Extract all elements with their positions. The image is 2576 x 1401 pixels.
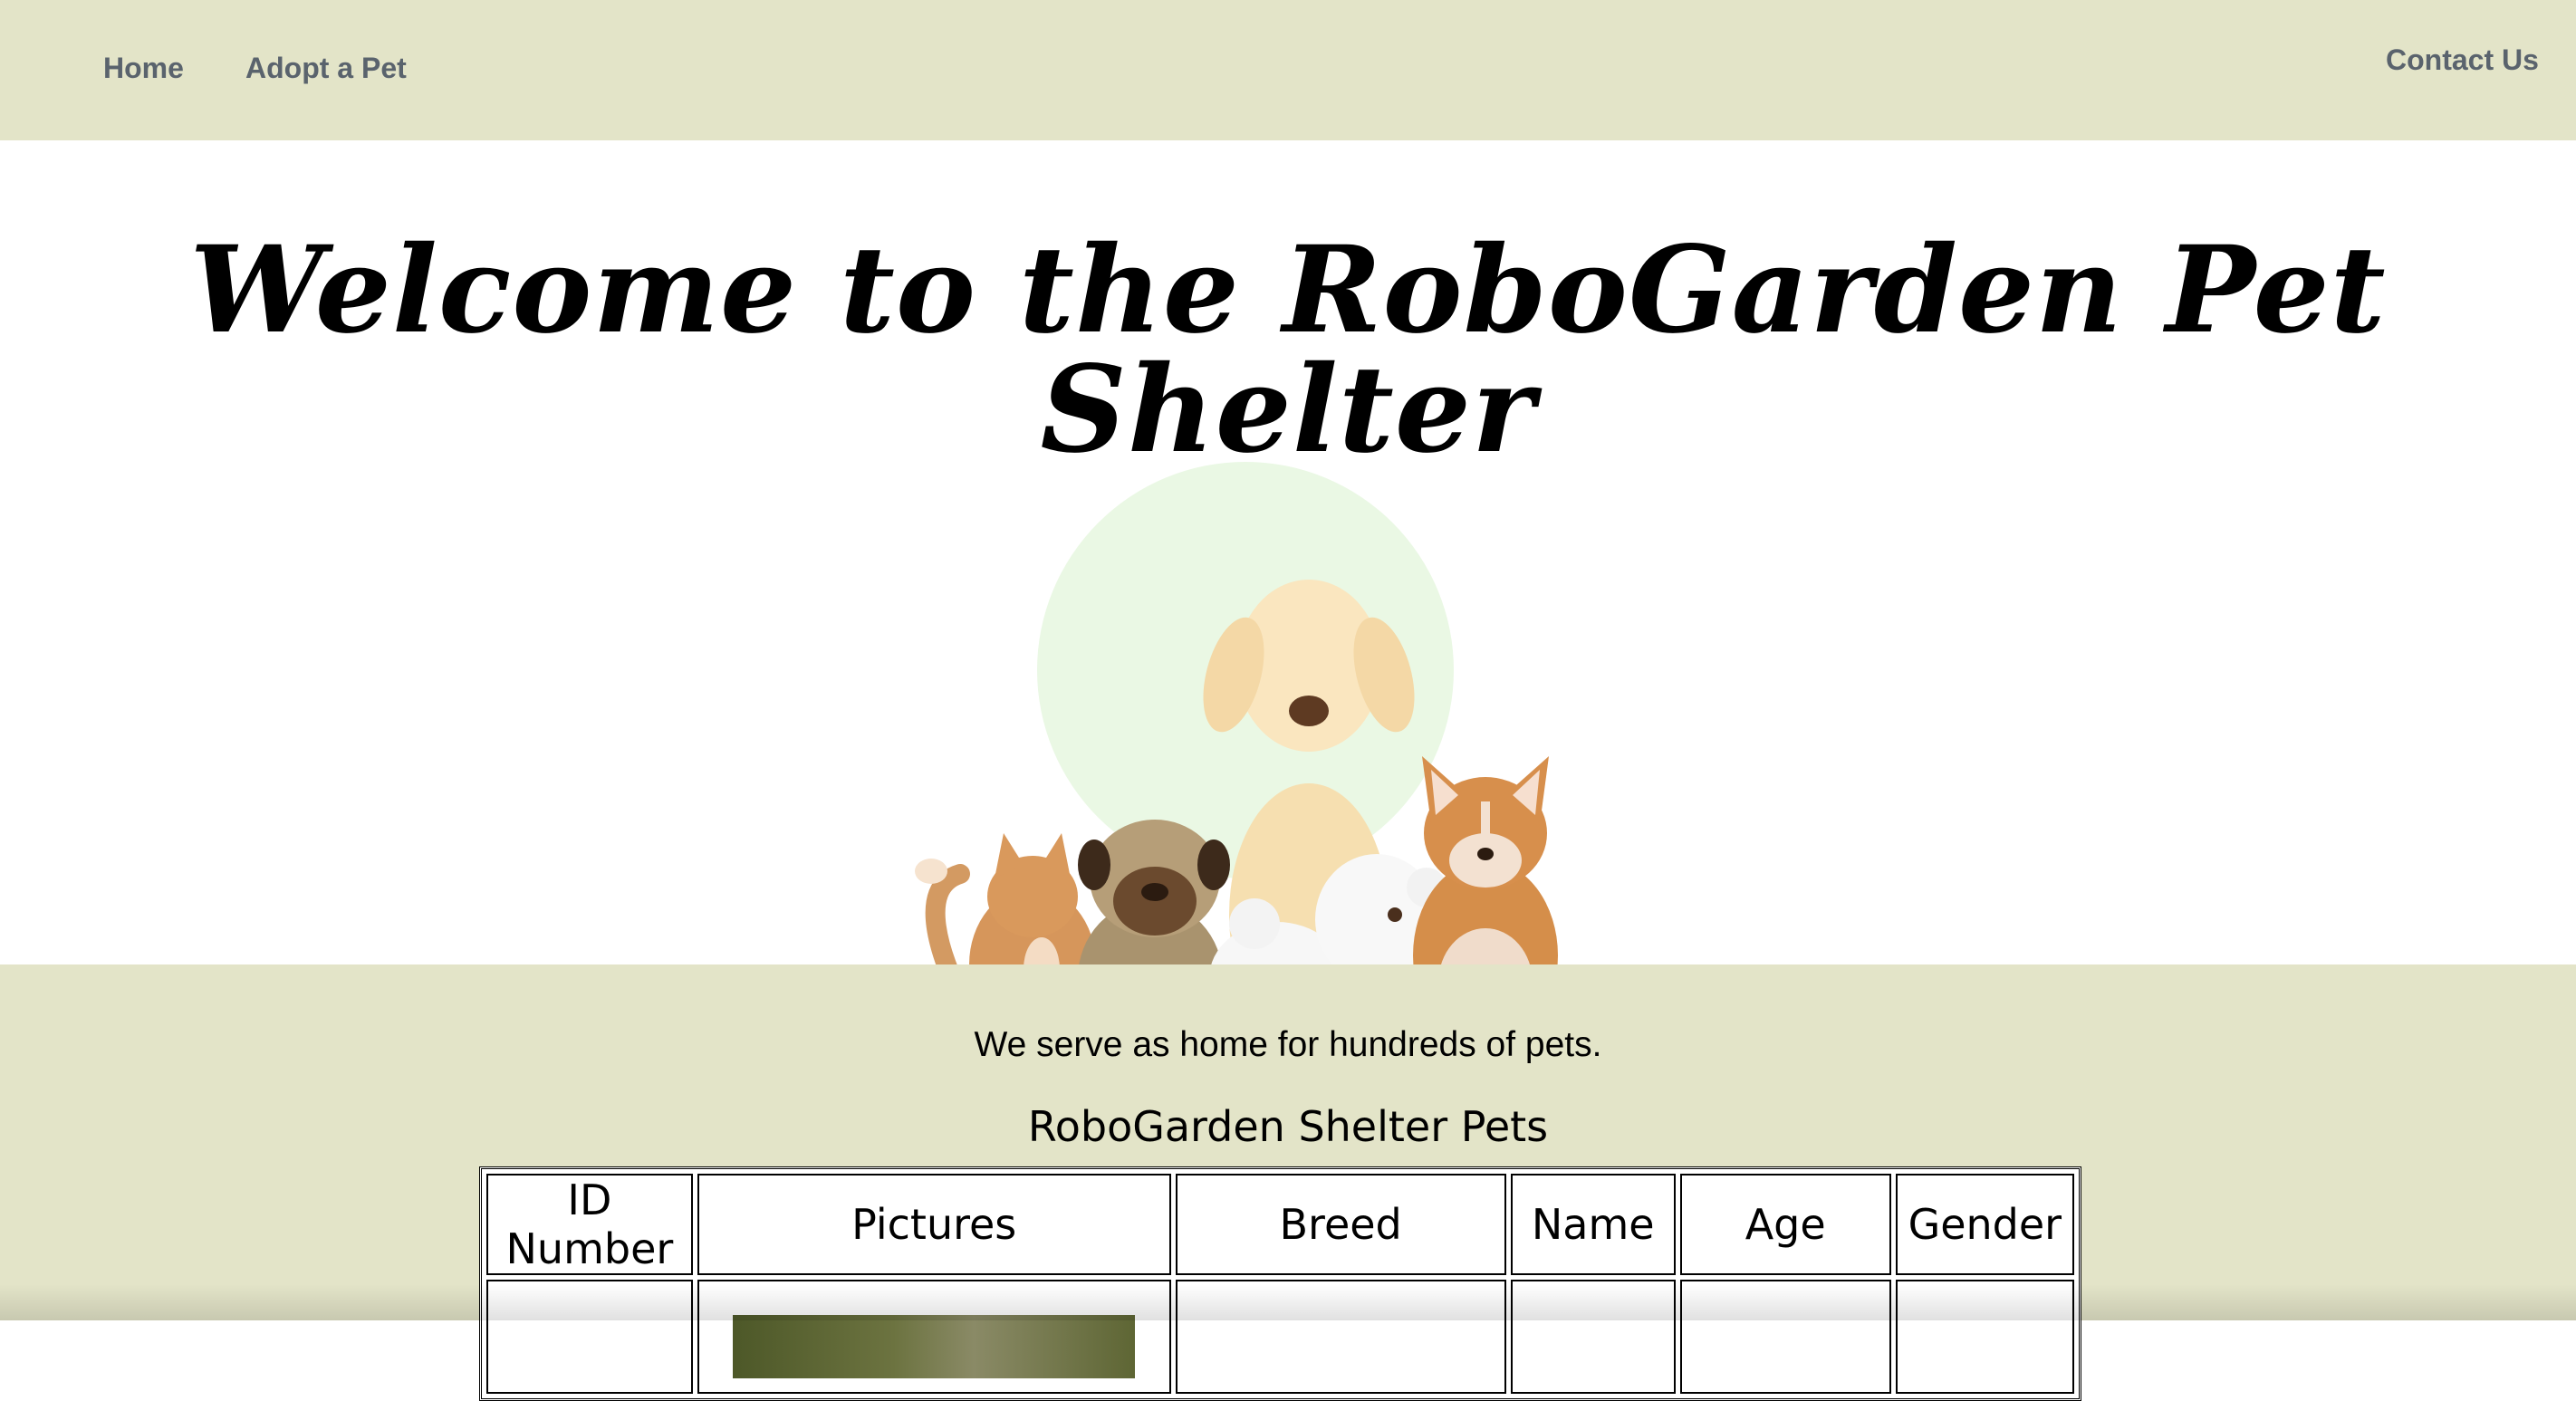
column-header-gender: Gender (1895, 1174, 2074, 1275)
bottom-fade (0, 1284, 2576, 1320)
hero-section: Welcome to the RoboGarden Pet Shelter (0, 140, 2576, 1055)
nav-home-link[interactable]: Home (103, 52, 184, 85)
column-header-id: ID Number (486, 1174, 693, 1275)
nav-contact-link[interactable]: Contact Us (2386, 43, 2539, 77)
column-header-pictures: Pictures (697, 1174, 1171, 1275)
nav-adopt-link[interactable]: Adopt a Pet (245, 52, 407, 85)
table-caption: RoboGarden Shelter Pets (1027, 1102, 1549, 1151)
table-header-row: ID Number Pictures Breed Name Age Gender (486, 1174, 2074, 1275)
pet-photo (733, 1315, 1136, 1378)
top-navigation-bar: Home Adopt a Pet Contact Us (0, 0, 2576, 140)
content-section: We serve as home for hundreds of pets. R… (0, 964, 2576, 1401)
page-title: Welcome to the RoboGarden Pet Shelter (189, 220, 2387, 480)
column-header-name: Name (1510, 1174, 1676, 1275)
column-header-age: Age (1679, 1174, 1891, 1275)
tagline-text: We serve as home for hundreds of pets. (974, 1025, 1602, 1064)
column-header-breed: Breed (1175, 1174, 1506, 1275)
